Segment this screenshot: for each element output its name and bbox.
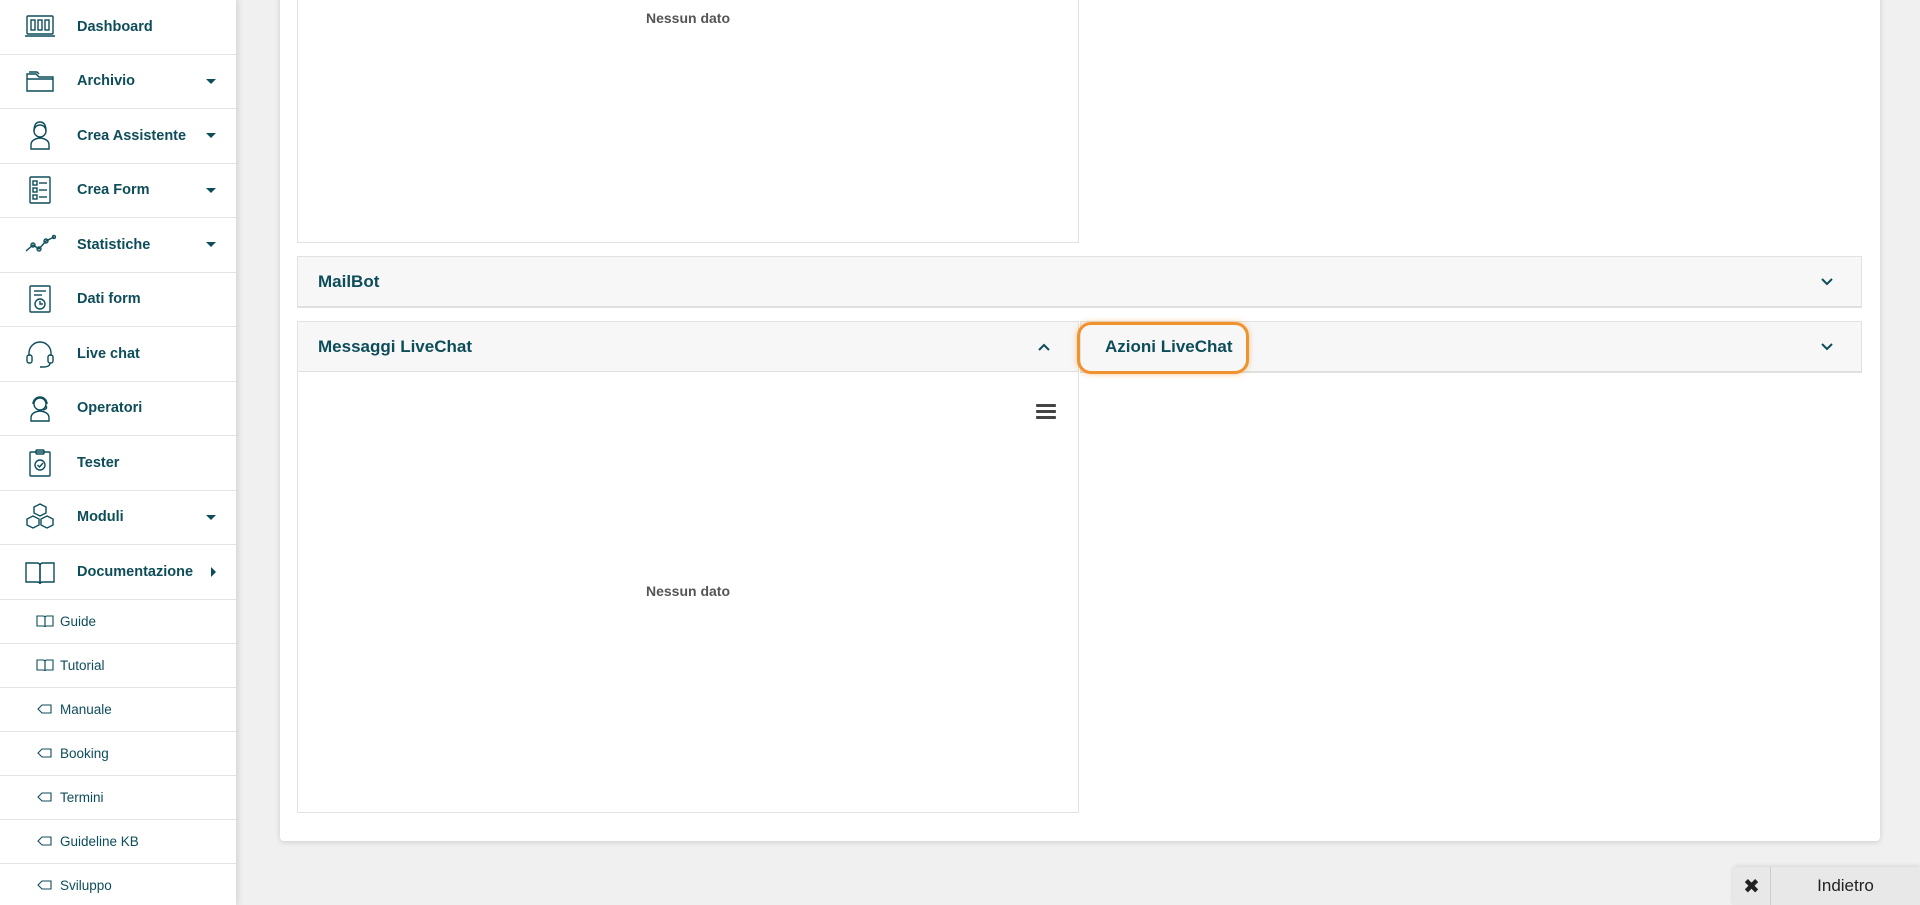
caret-down-icon (206, 187, 216, 193)
sidebar-item-label: Crea Form (77, 182, 150, 199)
empty-state-text: Nessun dato (645, 10, 730, 26)
sidebar-item-moduli[interactable]: Moduli (0, 491, 236, 545)
tag-icon (36, 878, 54, 892)
sidebar-item-live-chat[interactable]: Live chat (0, 327, 236, 382)
sidebar-item-documentazione[interactable]: Documentazione (0, 545, 236, 600)
sidebar-item-statistiche[interactable]: Statistiche (0, 218, 236, 273)
caret-down-icon (206, 514, 216, 520)
bottom-navigation-bar: ✖ Indietro (1733, 867, 1920, 905)
sidebar-subitem-label: Manuale (60, 701, 112, 717)
sidebar-subitem-label: Termini (60, 789, 104, 805)
accordion-title: Messaggi LiveChat (318, 336, 472, 356)
sidebar-subitem-label: Tutorial (60, 657, 105, 673)
form-data-icon (24, 283, 56, 315)
caret-down-icon (206, 133, 216, 139)
sidebar-item-label: Dashboard (77, 18, 153, 35)
sidebar-item-label: Documentazione (77, 563, 194, 580)
sidebar-subitem-label: Sviluppo (60, 877, 112, 893)
clipboard-check-icon (24, 447, 56, 479)
sidebar-item-label: Tester (77, 454, 120, 471)
sidebar-item-dashboard[interactable]: Dashboard (0, 0, 236, 55)
tag-icon (36, 834, 54, 848)
hamburger-menu-icon[interactable] (1036, 404, 1056, 420)
caret-down-icon (206, 242, 216, 248)
dashboard-icon (24, 11, 56, 43)
accordion-title: MailBot (318, 271, 380, 291)
sidebar-subitem-label: Guide (60, 613, 97, 629)
caret-right-icon (211, 566, 216, 577)
sidebar-subitem-guideline-kb[interactable]: Guideline KB (0, 820, 236, 864)
main-card: Nessun dato MailBot Messaggi LiveChat Ne… (280, 0, 1880, 841)
close-button[interactable]: ✖ (1733, 867, 1771, 905)
tag-icon (36, 790, 54, 804)
sidebar: Dashboard Archivio Crea Assistente Crea … (0, 0, 236, 905)
messaggi-chart-panel: Nessun dato (297, 372, 1079, 813)
sidebar-subitem-tutorial[interactable]: Tutorial (0, 644, 236, 688)
sidebar-item-crea-form[interactable]: Crea Form (0, 164, 236, 218)
tag-icon (36, 702, 54, 716)
sidebar-item-archivio[interactable]: Archivio (0, 55, 236, 109)
sidebar-item-label: Operatori (77, 400, 143, 417)
chevron-up-icon (1038, 343, 1050, 351)
sidebar-item-operatori[interactable]: Operatori (0, 382, 236, 436)
sidebar-item-label: Dati form (77, 291, 141, 308)
sidebar-subitem-guide[interactable]: Guide (0, 600, 236, 644)
top-chart-panel: Nessun dato (297, 0, 1079, 243)
sidebar-subitem-termini[interactable]: Termini (0, 776, 236, 820)
sidebar-item-label: Moduli (77, 509, 124, 526)
book-icon (36, 614, 54, 628)
operator-icon (24, 392, 56, 424)
accordion-mailbot[interactable]: MailBot (297, 256, 1862, 308)
form-icon (24, 174, 56, 206)
accordion-messaggi-livechat[interactable]: Messaggi LiveChat (297, 321, 1079, 373)
back-button[interactable]: Indietro (1771, 876, 1920, 896)
highlight-outline (1077, 322, 1249, 374)
empty-state-text: Nessun dato (645, 583, 730, 599)
folder-icon (24, 65, 56, 97)
sidebar-item-label: Crea Assistente (77, 127, 187, 144)
sidebar-item-dati-form[interactable]: Dati form (0, 273, 236, 327)
headset-icon (24, 338, 56, 370)
sidebar-item-label: Archivio (77, 73, 136, 90)
book-icon (24, 556, 56, 588)
sidebar-subitem-label: Booking (60, 745, 109, 761)
tag-icon (36, 746, 54, 760)
sidebar-item-crea-assistente[interactable]: Crea Assistente (0, 109, 236, 164)
chevron-down-icon (1821, 342, 1833, 350)
sidebar-subitem-label: Guideline KB (60, 833, 139, 849)
sidebar-subitem-booking[interactable]: Booking (0, 732, 236, 776)
assistant-icon (24, 120, 56, 152)
cubes-icon (24, 501, 56, 533)
sidebar-item-label: Live chat (77, 345, 140, 362)
sidebar-item-label: Statistiche (77, 236, 151, 253)
caret-down-icon (206, 78, 216, 84)
book-icon (36, 658, 54, 672)
sidebar-subitem-sviluppo[interactable]: Sviluppo (0, 864, 236, 905)
sidebar-item-tester[interactable]: Tester (0, 436, 236, 491)
statistics-icon (24, 229, 56, 261)
chevron-down-icon (1821, 277, 1833, 285)
sidebar-subitem-manuale[interactable]: Manuale (0, 688, 236, 732)
